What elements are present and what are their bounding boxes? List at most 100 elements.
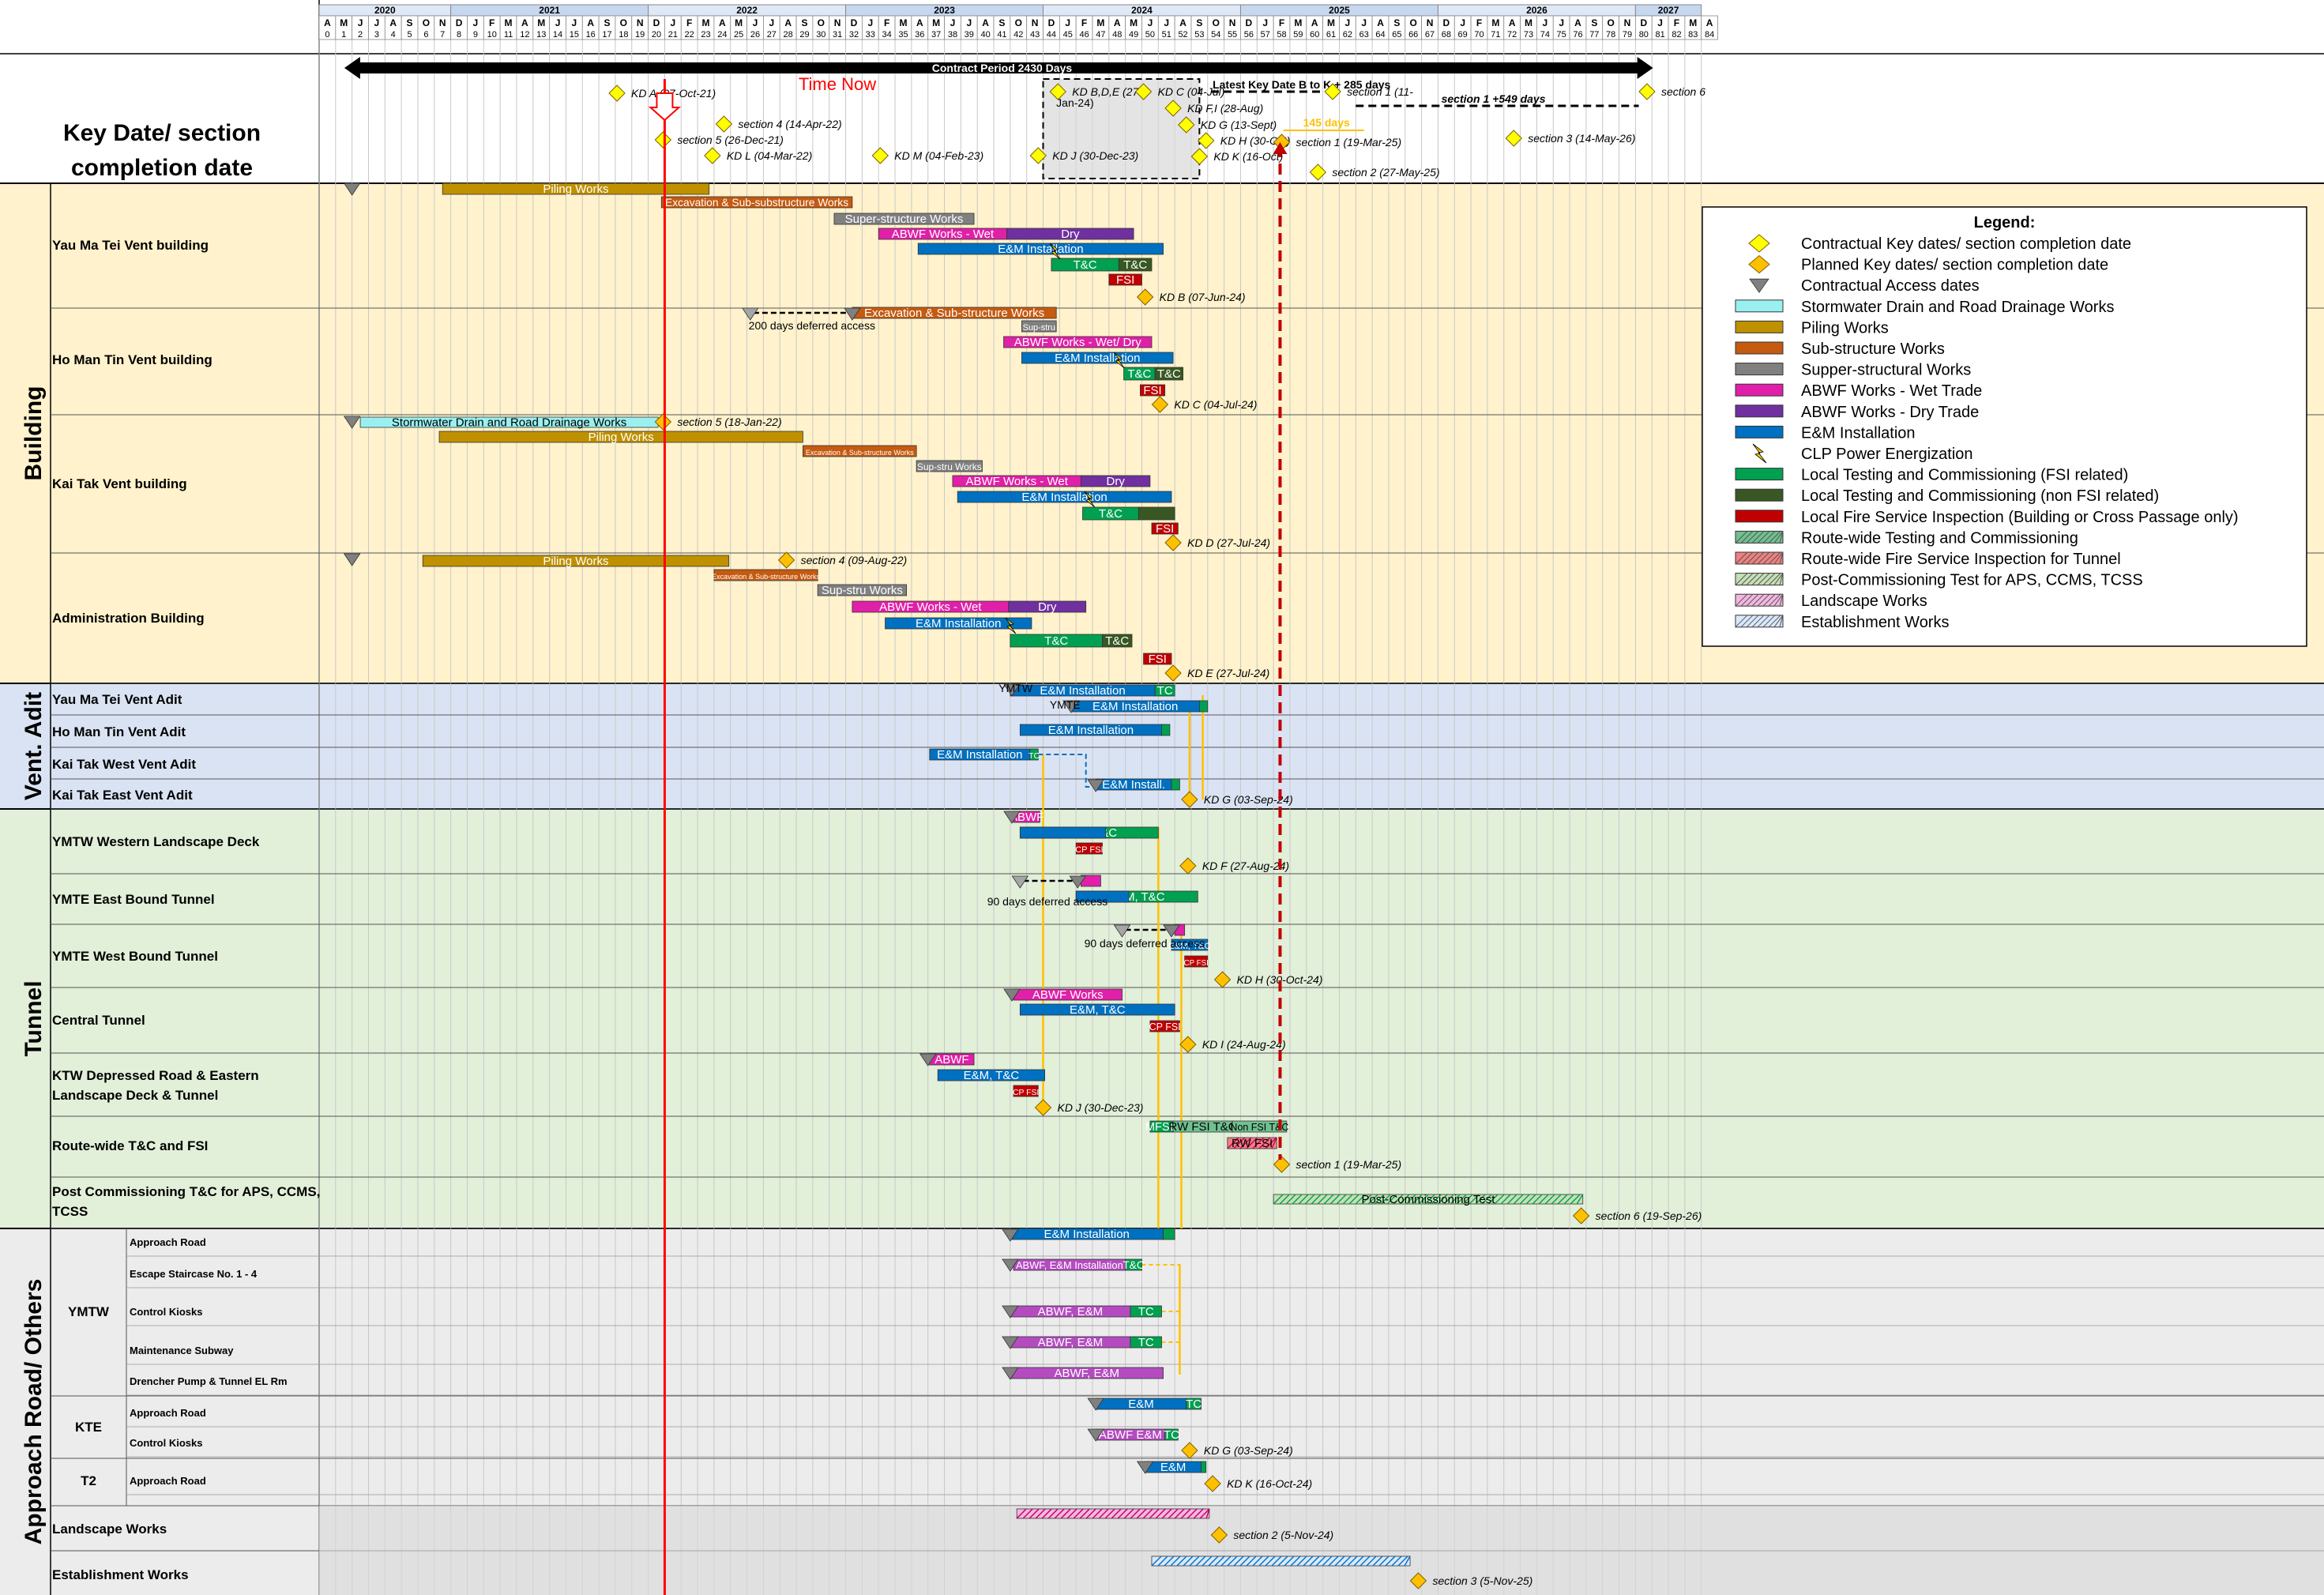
month-letter: N <box>1624 17 1631 28</box>
milestone-diamond <box>715 115 733 133</box>
month-number: 82 <box>1672 30 1681 39</box>
month-letter: O <box>1213 17 1220 28</box>
year-label: 2020 <box>374 5 396 16</box>
month-letter: S <box>407 17 413 28</box>
task-bar-label: Post-Commissioning Test <box>1361 1193 1495 1206</box>
legend-item-label: Contractual Access dates <box>1801 277 1980 295</box>
milestone-diamond <box>1309 164 1327 181</box>
legend-item-label: Sub-structure Works <box>1801 340 1945 358</box>
month-letter: A <box>1706 17 1713 28</box>
legend-swatch <box>1735 468 1784 481</box>
approach-row-label: Approach Road <box>130 1236 206 1248</box>
row-label: Administration Building <box>52 611 205 626</box>
legend-item-label: E&M Installation <box>1801 424 1916 442</box>
month-letter: M <box>340 17 348 28</box>
section-label: Vent. Adit <box>21 692 47 800</box>
section-label: Approach Road/ Others <box>21 1279 47 1545</box>
month-letter: J <box>966 17 972 28</box>
month-letter: N <box>834 17 841 28</box>
milestone-label: KD M (04-Feb-23) <box>894 149 983 162</box>
milestone-diamond <box>1638 83 1656 100</box>
month-letter: J <box>374 17 380 28</box>
task-bar-label: Super-structure Works <box>845 213 964 226</box>
task-bar-label: Sup-stru <box>1023 323 1055 333</box>
legend-item-label: Establishment Works <box>1801 614 1949 631</box>
month-number: 63 <box>1359 30 1369 39</box>
month-number: 43 <box>1030 30 1040 39</box>
month-number: 62 <box>1343 30 1352 39</box>
task-bar-label: ABWF, E&M <box>1038 1305 1104 1319</box>
legend-item-label: CLP Power Energization <box>1801 446 1973 463</box>
timeline-header: 2020 2021 2022 2023 2024 2025 2026 2027A0M1J2J3… <box>318 4 1718 40</box>
annotation-note: Jan-24) <box>1056 96 1093 109</box>
task-bar-label: E&M Installation <box>1048 724 1134 737</box>
month-letter: M <box>735 17 743 28</box>
milestone-label: KD I (24-Aug-24) <box>1202 1038 1286 1051</box>
approach-row-label: Control Kiosks <box>130 1437 202 1449</box>
month-number: 41 <box>997 30 1006 39</box>
legend-item-label: Planned Key dates/ section completion da… <box>1801 257 2108 274</box>
row-label: YMTW Western Landscape Deck <box>52 834 260 849</box>
milestone-label: KD B (07-Jun-24) <box>1160 291 1246 303</box>
legend-swatch <box>1735 341 1784 355</box>
month-number: 23 <box>701 30 710 39</box>
month-letter: F <box>1081 17 1087 28</box>
task-bar-label: ABWF Works - Wet <box>892 228 995 241</box>
month-letter: N <box>637 17 644 28</box>
key-date-title-line1: Key Date/ section <box>63 120 261 146</box>
month-letter: M <box>1294 17 1302 28</box>
month-letter: J <box>555 17 561 28</box>
legend-item-label: Supper-structural Works <box>1801 362 1971 379</box>
month-letter: F <box>884 17 889 28</box>
month-number: 59 <box>1293 30 1303 39</box>
legend-swatch <box>1735 299 1784 313</box>
task-bar-label: FSI <box>1149 653 1167 666</box>
row-label: KTW Depressed Road & Eastern <box>52 1068 259 1083</box>
year-label: 2027 <box>1658 5 1679 16</box>
month-number: 52 <box>1178 30 1187 39</box>
month-number: 28 <box>784 30 793 39</box>
year-label: 2025 <box>1329 5 1350 16</box>
legend-swatch <box>1735 488 1784 502</box>
month-number: 56 <box>1244 30 1254 39</box>
task-bar-label: Piling Works <box>543 182 608 196</box>
month-number: 27 <box>767 30 777 39</box>
month-number: 35 <box>898 30 908 39</box>
month-letter: J <box>1065 17 1070 28</box>
year-label: 2023 <box>934 5 955 16</box>
task-bar-label: ABWF Works - Wet <box>879 600 982 614</box>
month-number: 68 <box>1442 30 1451 39</box>
month-number: 83 <box>1688 30 1698 39</box>
month-number: 2 <box>358 30 363 39</box>
milestone-label: KD J (30-Dec-23) <box>1052 149 1138 162</box>
task-bar-label: E&M, T&C <box>1070 1003 1126 1017</box>
annotation-note: YMTW <box>998 682 1033 694</box>
month-letter: S <box>1591 17 1597 28</box>
row-label: Post Commissioning T&C for APS, CCMS, <box>52 1184 320 1199</box>
month-letter: D <box>456 17 463 28</box>
task-bar-label: ABWF Works - Wet/ Dry <box>1014 336 1142 349</box>
month-letter: A <box>1114 17 1121 28</box>
task-bar <box>1171 778 1180 791</box>
month-letter: D <box>653 17 660 28</box>
legend-item-label: Local Testing and Commissioning (FSI rel… <box>1801 467 2128 484</box>
milestone-label: KD G (03-Sep-24) <box>1204 1444 1293 1457</box>
approach-row-label: Escape Staircase No. 1 - 4 <box>130 1268 258 1280</box>
month-number: 38 <box>948 30 957 39</box>
milestone-label: KD F,I (28-Aug) <box>1187 102 1263 115</box>
milestone-label: section 5 (18-Jan-22) <box>677 416 781 428</box>
year-label: 2024 <box>1131 5 1153 16</box>
task-bar <box>1019 826 1107 839</box>
annotation-note: 90 days deferred access <box>1085 937 1205 950</box>
legend-item-label: Post-Commissioning Test for APS, CCMS, T… <box>1801 572 2143 589</box>
month-number: 54 <box>1211 30 1220 39</box>
others-background <box>319 1506 2324 1595</box>
milestone-label: KD G (13-Sept) <box>1201 118 1277 131</box>
month-number: 77 <box>1589 30 1599 39</box>
month-letter: M <box>537 17 545 28</box>
task-bar <box>1201 1461 1207 1473</box>
month-number: 13 <box>536 30 546 39</box>
row-label: Yau Ma Tei Vent Adit <box>52 692 182 707</box>
legend-item-label: ABWF Works - Dry Trade <box>1801 404 1979 421</box>
task-bar-label: FSI <box>1116 273 1134 287</box>
